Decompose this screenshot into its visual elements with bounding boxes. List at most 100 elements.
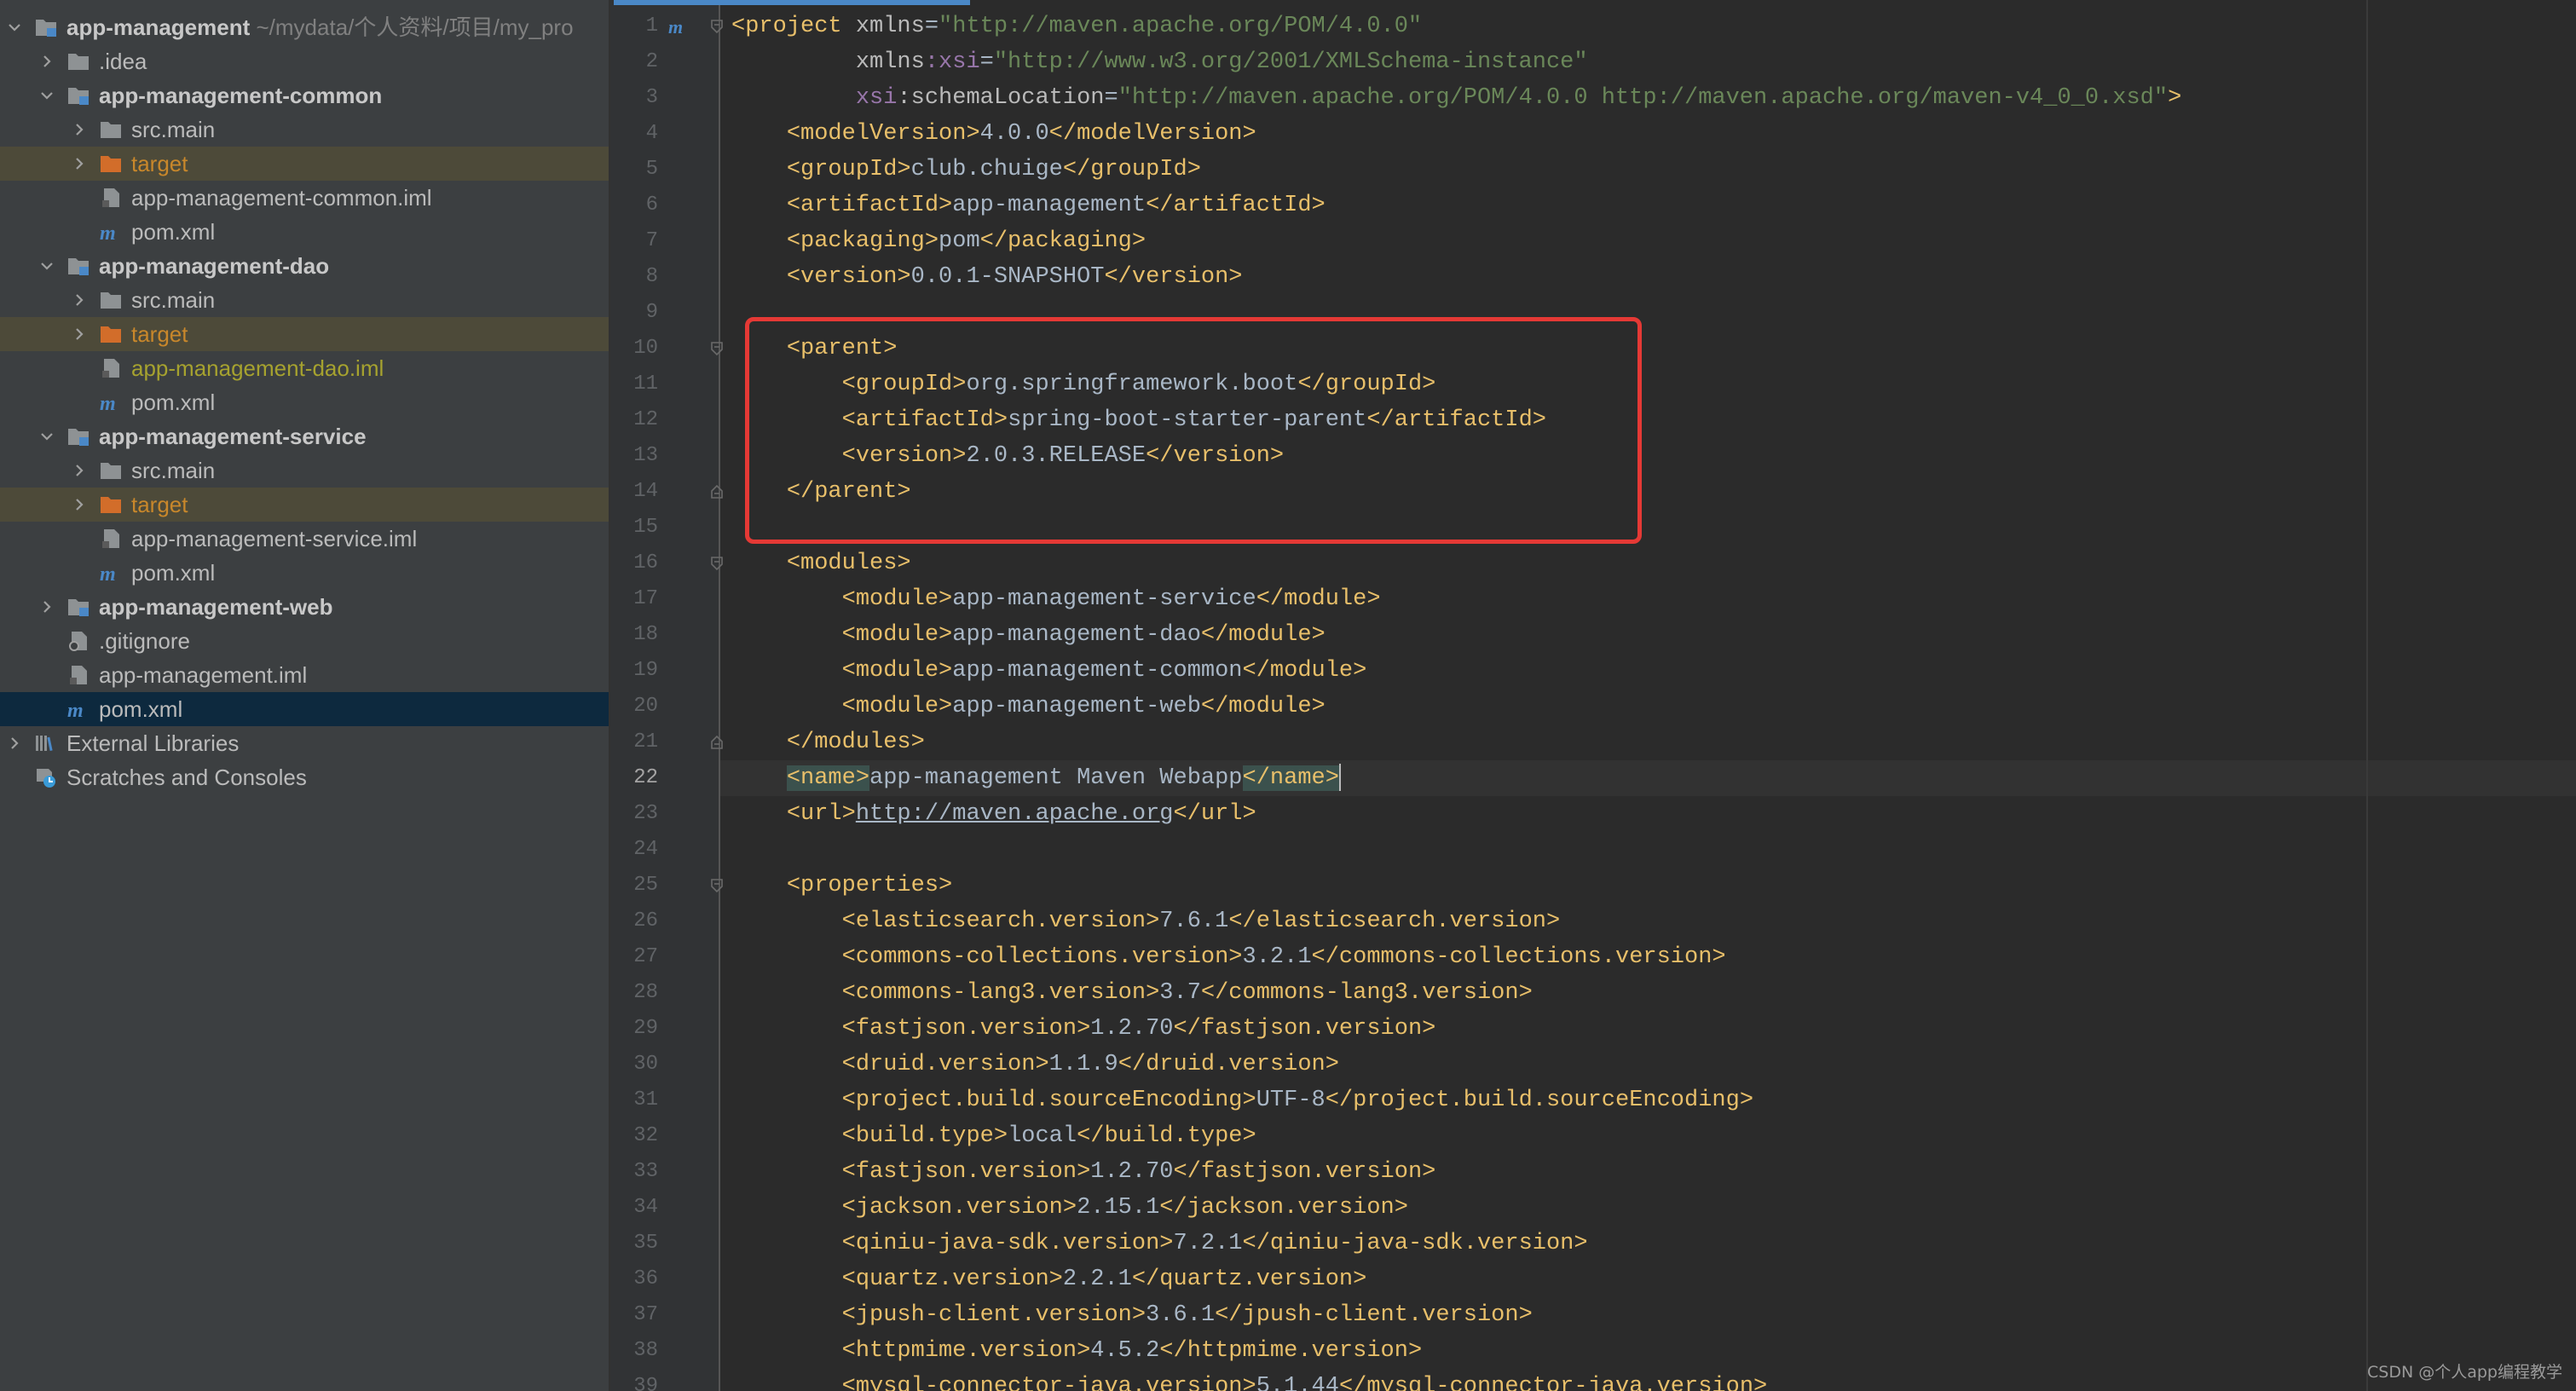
code-line[interactable]: <project xmlns="http://maven.apache.org/… bbox=[731, 9, 1422, 44]
code-line[interactable]: <qiniu-java-sdk.version>7.2.1</qiniu-jav… bbox=[731, 1226, 1588, 1261]
tree-item[interactable]: app-management-service bbox=[0, 419, 609, 453]
chevron-right-icon[interactable] bbox=[7, 736, 22, 751]
excluded-folder-icon bbox=[99, 153, 123, 175]
tree-item[interactable]: target bbox=[0, 317, 609, 351]
code-line[interactable]: <build.type>local</build.type> bbox=[731, 1118, 1256, 1154]
tree-item-label: src.main bbox=[131, 113, 215, 147]
chevron-down-icon[interactable] bbox=[7, 20, 22, 35]
tree-item[interactable]: app-management-web bbox=[0, 590, 609, 624]
tree-item[interactable]: app-management ~/mydata/个人资料/项目/my_pro bbox=[0, 10, 609, 44]
code-line[interactable]: <project.build.sourceEncoding>UTF-8</pro… bbox=[731, 1082, 1753, 1118]
tree-item[interactable]: .gitignore bbox=[0, 624, 609, 658]
code-line[interactable]: <url>http://maven.apache.org</url> bbox=[731, 796, 1256, 832]
code-line[interactable]: <httpmime.version>4.5.2</httpmime.versio… bbox=[731, 1333, 1423, 1369]
tree-item-name: app-management-service.iml bbox=[131, 526, 418, 551]
code-editor[interactable]: 1 2 3 4 5 6 7 8 9 10 11 12 13 14 15 16 17 18 19 20 21 22 23 24 2… bbox=[610, 0, 2576, 1391]
code-line[interactable]: <fastjson.version>1.2.70</fastjson.versi… bbox=[731, 1011, 1436, 1047]
tree-item[interactable]: app-management.iml bbox=[0, 658, 609, 692]
fold-marker-icon[interactable] bbox=[709, 735, 725, 750]
scratches-icon bbox=[34, 766, 58, 788]
code-line[interactable]: <name>app-management Maven Webapp</name> bbox=[731, 760, 1341, 796]
tree-item-label: app-management-service.iml bbox=[131, 522, 417, 556]
code-line[interactable]: <modelVersion>4.0.0</modelVersion> bbox=[731, 116, 1256, 152]
code-line[interactable]: <fastjson.version>1.2.70</fastjson.versi… bbox=[731, 1154, 1436, 1190]
tree-item[interactable]: app-management-dao.iml bbox=[0, 351, 609, 385]
code-line[interactable]: <groupId>club.chuige</groupId> bbox=[731, 152, 1201, 188]
code-line[interactable]: <version>0.0.1-SNAPSHOT</version> bbox=[731, 259, 1243, 295]
code-line[interactable]: <druid.version>1.1.9</druid.version> bbox=[731, 1047, 1339, 1082]
chevron-right-icon[interactable] bbox=[72, 156, 87, 171]
tree-item[interactable]: src.main bbox=[0, 283, 609, 317]
code-line[interactable]: xsi:schemaLocation="http://maven.apache.… bbox=[731, 80, 2181, 116]
line-number: 14 bbox=[633, 480, 658, 503]
tree-item[interactable]: src.main bbox=[0, 113, 609, 147]
code-token: <commons-collections.version> bbox=[841, 944, 1243, 970]
tree-item[interactable]: m pom.xml bbox=[0, 692, 609, 726]
tree-item[interactable]: m pom.xml bbox=[0, 556, 609, 590]
code-line[interactable]: <jpush-client.version>3.6.1</jpush-clien… bbox=[731, 1297, 1533, 1333]
tree-item[interactable]: Scratches and Consoles bbox=[0, 760, 609, 794]
chevron-right-icon[interactable] bbox=[39, 54, 55, 69]
chevron-right-icon[interactable] bbox=[39, 599, 55, 615]
fold-marker-icon[interactable] bbox=[709, 878, 725, 893]
code-line[interactable]: <artifactId>app-management</artifactId> bbox=[731, 188, 1326, 223]
tree-item-name: target bbox=[131, 321, 188, 347]
line-number-gutter: 1 2 3 4 5 6 7 8 9 10 11 12 13 14 15 16 17 18 19 20 21 22 23 24 2… bbox=[610, 0, 719, 1391]
module-icon bbox=[66, 255, 90, 277]
tree-item[interactable]: app-management-dao bbox=[0, 249, 609, 283]
code-line[interactable]: xmlns:xsi="http://www.w3.org/2001/XMLSch… bbox=[731, 44, 1588, 80]
fold-marker-icon[interactable] bbox=[709, 484, 725, 499]
maven-icon[interactable]: m bbox=[668, 16, 683, 38]
tree-item[interactable]: m pom.xml bbox=[0, 215, 609, 249]
fold-marker-icon[interactable] bbox=[709, 19, 725, 34]
code-line[interactable]: <modules> bbox=[731, 545, 911, 581]
tree-item-label: app-management.iml bbox=[99, 658, 307, 692]
tree-item[interactable]: .idea bbox=[0, 44, 609, 78]
tree-item[interactable]: target bbox=[0, 488, 609, 522]
tree-item[interactable]: app-management-service.iml bbox=[0, 522, 609, 556]
code-line[interactable]: <properties> bbox=[731, 868, 952, 903]
code-token: app-management-common bbox=[952, 658, 1243, 684]
chevron-right-icon[interactable] bbox=[72, 497, 87, 512]
tree-item[interactable]: app-management-common bbox=[0, 78, 609, 113]
tree-item[interactable]: target bbox=[0, 147, 609, 181]
code-line[interactable]: <mysql-connector-java.version>5.1.44</my… bbox=[731, 1369, 1768, 1391]
tree-item[interactable]: app-management-common.iml bbox=[0, 181, 609, 215]
tree-item[interactable]: External Libraries bbox=[0, 726, 609, 760]
code-token: "http://www.w3.org/2001/XMLSchema-instan… bbox=[993, 49, 1588, 75]
tree-item-label: target bbox=[131, 488, 188, 522]
code-line[interactable]: <commons-lang3.version>3.7</commons-lang… bbox=[731, 975, 1533, 1011]
code-line[interactable]: <module>app-management-dao</module> bbox=[731, 617, 1326, 653]
code-line[interactable]: <module>app-management-web</module> bbox=[731, 689, 1326, 724]
code-token: 2.2.1 bbox=[1062, 1267, 1132, 1292]
code-line[interactable]: <elasticsearch.version>7.6.1</elasticsea… bbox=[731, 903, 1561, 939]
line-number: 8 bbox=[645, 265, 658, 288]
excluded-folder-icon bbox=[99, 493, 123, 516]
code-token: 1.1.9 bbox=[1048, 1052, 1118, 1077]
code-line[interactable]: <quartz.version>2.2.1</quartz.version> bbox=[731, 1261, 1367, 1297]
code-token: </elasticsearch.version> bbox=[1228, 909, 1561, 934]
code-line[interactable]: <module>app-management-common</module> bbox=[731, 653, 1367, 689]
fold-marker-icon[interactable] bbox=[709, 341, 725, 356]
tree-item[interactable]: m pom.xml bbox=[0, 385, 609, 419]
chevron-down-icon[interactable] bbox=[39, 429, 55, 444]
code-line[interactable]: <commons-collections.version>3.2.1</comm… bbox=[731, 939, 1726, 975]
code-line[interactable]: </modules> bbox=[731, 724, 925, 760]
chevron-right-icon[interactable] bbox=[72, 122, 87, 137]
chevron-down-icon[interactable] bbox=[39, 258, 55, 274]
line-number: 39 bbox=[633, 1375, 658, 1391]
code-line[interactable]: <packaging>pom</packaging> bbox=[731, 223, 1146, 259]
maven-icon: m bbox=[99, 221, 123, 243]
chevron-right-icon[interactable] bbox=[72, 292, 87, 308]
code-token: xmlns bbox=[855, 14, 925, 39]
tree-item[interactable]: src.main bbox=[0, 453, 609, 488]
chevron-down-icon[interactable] bbox=[39, 88, 55, 103]
chevron-right-icon[interactable] bbox=[72, 326, 87, 342]
code-line[interactable]: <module>app-management-service</module> bbox=[731, 581, 1381, 617]
chevron-right-icon[interactable] bbox=[72, 463, 87, 478]
fold-marker-icon[interactable] bbox=[709, 556, 725, 571]
code-line[interactable]: <jackson.version>2.15.1</jackson.version… bbox=[731, 1190, 1408, 1226]
